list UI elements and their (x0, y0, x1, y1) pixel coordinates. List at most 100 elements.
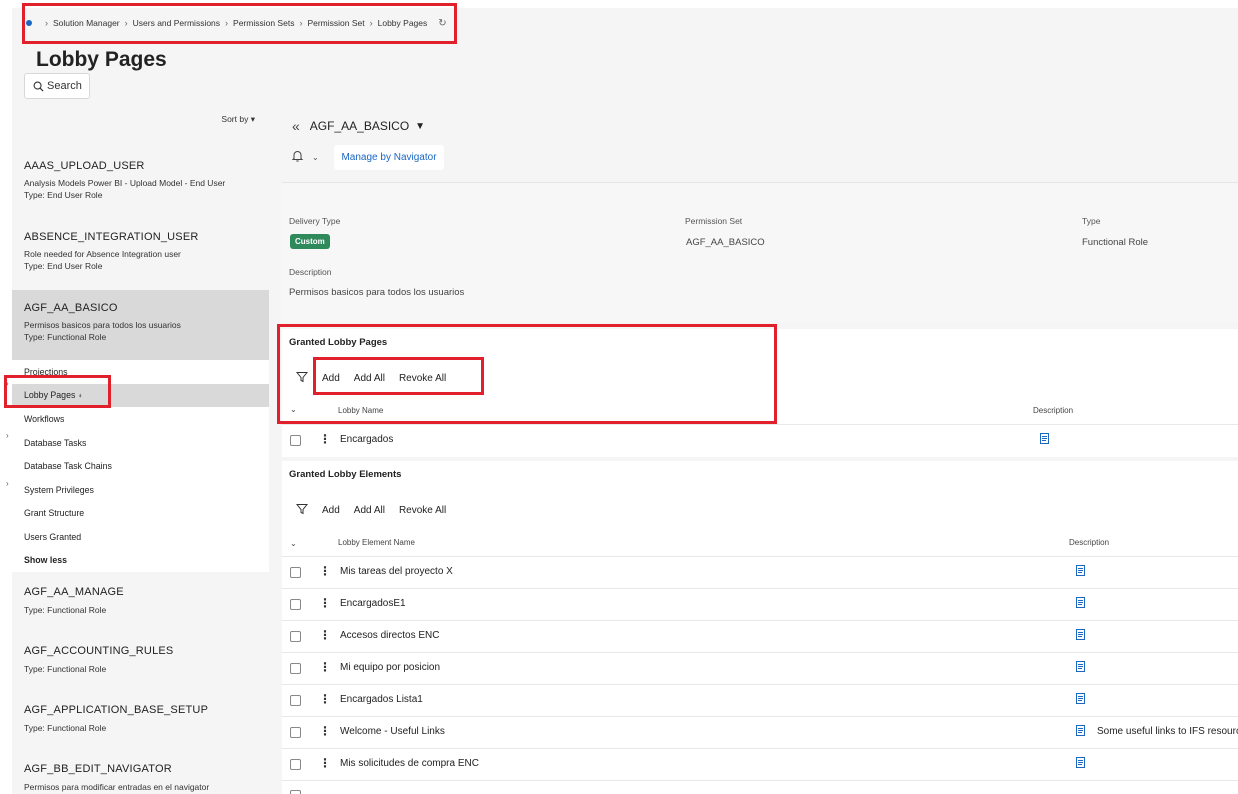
role-name: AAAS_UPLOAD_USER (24, 160, 145, 172)
chevron-right-icon[interactable]: › (6, 479, 9, 488)
role-card[interactable]: AAAS_UPLOAD_USER Analysis Models Power B… (12, 160, 269, 200)
table-row[interactable]: ⋮ EncargadosE1 (282, 588, 1238, 620)
chevron-down-icon[interactable]: ⌄ (312, 153, 319, 162)
document-icon[interactable] (1076, 693, 1085, 707)
subnav-users-granted[interactable]: Users Granted (24, 532, 81, 542)
lobby-element-name: Accesos directos ENC (340, 630, 440, 641)
caret-down-icon: ▾ (250, 114, 255, 124)
chevron-right-icon[interactable]: › (6, 431, 9, 440)
highlight-box-toolbar-actions (313, 357, 484, 395)
lobby-name: Encargados (340, 434, 394, 445)
manage-by-navigator-button[interactable]: Manage by Navigator (334, 145, 444, 170)
document-icon[interactable] (1076, 725, 1085, 739)
search-button[interactable]: Search (24, 73, 90, 99)
page-title: Lobby Pages (36, 48, 167, 71)
select-all-chevron-icon[interactable]: ⌄ (290, 539, 297, 548)
role-name: AGF_AA_MANAGE (24, 586, 124, 598)
role-card[interactable]: AGF_BB_EDIT_NAVIGATOR Permisos para modi… (12, 763, 269, 792)
row-checkbox[interactable] (290, 727, 301, 738)
sort-by-dropdown[interactable]: Sort by ▾ (221, 114, 255, 125)
role-type: Type: Functional Role (24, 332, 107, 342)
document-icon[interactable] (1040, 433, 1049, 447)
role-description: Analysis Models Power BI - Upload Model … (24, 178, 226, 188)
description-label: Description (289, 267, 332, 277)
table-row[interactable]: ⋮ Mis solicitudes de compra ENC (282, 748, 1238, 780)
table-row-partial[interactable] (282, 780, 1238, 794)
row-checkbox[interactable] (290, 695, 301, 706)
more-options-icon[interactable]: ⋮ (319, 432, 331, 446)
table-row[interactable]: ⋮ Encargados Lista1 (282, 684, 1238, 716)
lobby-element-name: Mis solicitudes de compra ENC (340, 758, 479, 769)
column-header-lobby-element-name[interactable]: Lobby Element Name (338, 538, 415, 547)
table-row[interactable]: ⋮ Accesos directos ENC (282, 620, 1238, 652)
role-type: Type: Functional Role (24, 723, 107, 733)
row-checkbox[interactable] (290, 599, 301, 610)
subnav-system-privileges[interactable]: System Privileges (24, 485, 94, 495)
section-title: Granted Lobby Elements (289, 469, 402, 480)
lobby-element-name: Mi equipo por posicion (340, 662, 441, 673)
role-card[interactable]: AGF_ACCOUNTING_RULES Type: Functional Ro… (12, 645, 269, 674)
bell-icon[interactable] (291, 150, 304, 165)
role-name: AGF_BB_EDIT_NAVIGATOR (24, 763, 172, 775)
search-label: Search (47, 80, 82, 92)
show-less-link[interactable]: Show less (24, 555, 67, 565)
record-name: AGF_AA_BASICO (309, 119, 410, 133)
more-options-icon[interactable]: ⋮ (319, 564, 331, 578)
type-value: Functional Role (1082, 237, 1149, 248)
role-type: Type: Functional Role (24, 605, 107, 615)
document-icon[interactable] (1076, 629, 1085, 643)
role-type: Type: End User Role (24, 261, 103, 271)
more-options-icon[interactable]: ⋮ (319, 724, 331, 738)
delivery-type-badge: Custom (290, 234, 330, 249)
revoke-all-button[interactable]: Revoke All (399, 505, 446, 516)
highlight-box-lobby-pages (4, 375, 111, 408)
role-card-selected[interactable]: AGF_AA_BASICO Permisos basicos para todo… (12, 290, 269, 360)
permission-set-label: Permission Set (685, 216, 743, 226)
column-header-description[interactable]: Description (1033, 406, 1073, 415)
row-checkbox[interactable] (290, 567, 301, 578)
role-card[interactable]: AGF_APPLICATION_BASE_SETUP Type: Functio… (12, 704, 269, 733)
double-chevron-left-icon[interactable]: « (292, 118, 300, 134)
add-button[interactable]: Add (322, 505, 340, 516)
delivery-type-label: Delivery Type (289, 216, 341, 226)
subnav-database-task-chains[interactable]: Database Task Chains (24, 461, 112, 471)
more-options-icon[interactable]: ⋮ (319, 596, 331, 610)
role-name: AGF_ACCOUNTING_RULES (24, 645, 174, 657)
table-row[interactable]: ⋮ Encargados (282, 424, 1238, 456)
subnav-grant-structure[interactable]: Grant Structure (24, 508, 84, 518)
role-description: Permisos basicos para todos los usuarios (24, 320, 181, 330)
role-name: AGF_AA_BASICO (24, 302, 118, 314)
more-options-icon[interactable]: ⋮ (319, 628, 331, 642)
row-checkbox[interactable] (290, 435, 301, 446)
more-options-icon[interactable]: ⋮ (319, 756, 331, 770)
permission-set-value: AGF_AA_BASICO (686, 237, 765, 248)
highlight-box-breadcrumb (22, 3, 457, 44)
column-header-description[interactable]: Description (1069, 538, 1109, 547)
document-icon[interactable] (1076, 757, 1085, 771)
more-options-icon[interactable]: ⋮ (319, 692, 331, 706)
document-icon[interactable] (1076, 597, 1085, 611)
record-selector[interactable]: « AGF_AA_BASICO ▼ (292, 118, 425, 134)
subnav-workflows[interactable]: Workflows (24, 414, 64, 424)
role-description: Role needed for Absence Integration user (24, 249, 181, 259)
type-label: Type (1082, 216, 1101, 226)
row-checkbox[interactable] (290, 663, 301, 674)
subnav-database-tasks[interactable]: Database Tasks (24, 438, 86, 448)
document-icon[interactable] (1076, 661, 1085, 675)
role-type: Type: End User Role (24, 190, 103, 200)
document-icon[interactable] (1076, 565, 1085, 579)
lobby-element-name: EncargadosE1 (340, 598, 406, 609)
add-all-button[interactable]: Add All (354, 505, 385, 516)
filter-icon[interactable] (295, 503, 309, 518)
more-options-icon[interactable]: ⋮ (319, 660, 331, 674)
table-row[interactable]: ⋮ Mis tareas del proyecto X (282, 556, 1238, 588)
row-checkbox[interactable] (290, 631, 301, 642)
role-card[interactable]: ABSENCE_INTEGRATION_USER Role needed for… (12, 231, 269, 271)
role-description: Permisos para modificar entradas en el n… (24, 782, 210, 792)
row-checkbox[interactable] (290, 790, 301, 794)
table-row[interactable]: ⋮ Mi equipo por posicion (282, 652, 1238, 684)
row-checkbox[interactable] (290, 759, 301, 770)
table-row[interactable]: ⋮ Welcome - Useful Links Some useful lin… (282, 716, 1238, 748)
caret-down-icon[interactable]: ▼ (415, 121, 425, 132)
role-card[interactable]: AGF_AA_MANAGE Type: Functional Role (12, 586, 269, 615)
